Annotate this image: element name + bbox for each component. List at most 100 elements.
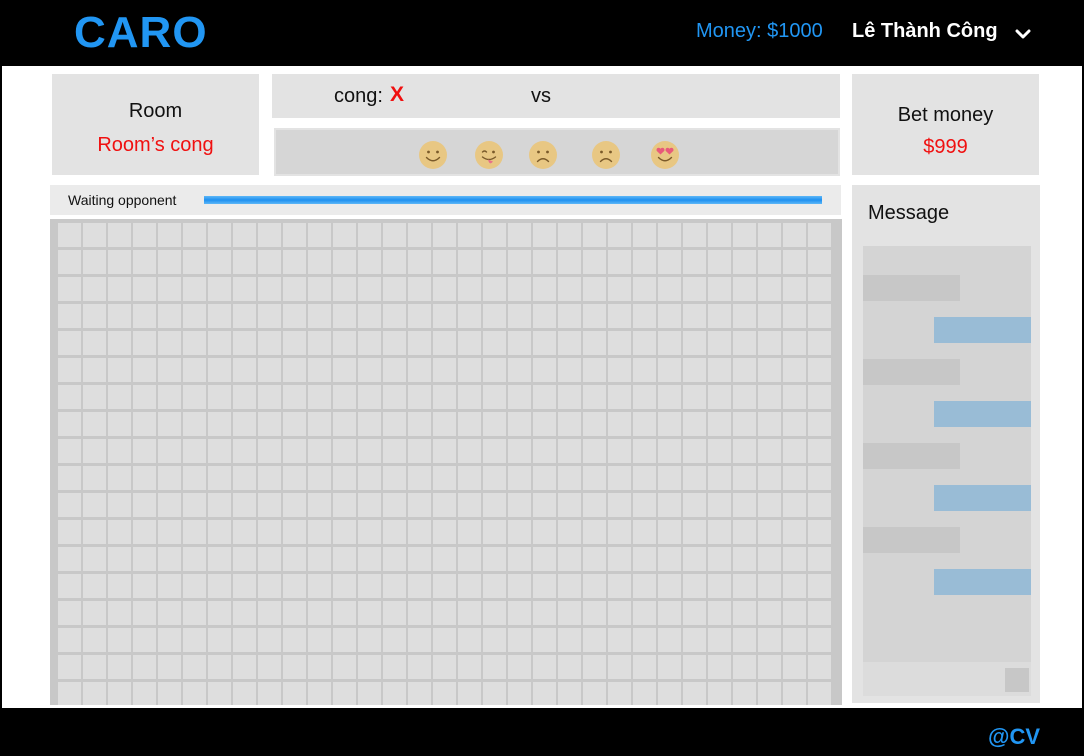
board-cell[interactable] (408, 601, 431, 625)
board-cell[interactable] (808, 466, 831, 490)
board-cell[interactable] (658, 250, 681, 274)
board-cell[interactable] (383, 574, 406, 598)
board-cell[interactable] (208, 304, 231, 328)
board-cell[interactable] (808, 358, 831, 382)
board-cell[interactable] (183, 628, 206, 652)
board-cell[interactable] (483, 520, 506, 544)
board-cell[interactable] (83, 493, 106, 517)
board-cell[interactable] (108, 223, 131, 247)
board-cell[interactable] (683, 520, 706, 544)
board-cell[interactable] (633, 358, 656, 382)
board-cell[interactable] (183, 574, 206, 598)
board-cell[interactable] (508, 250, 531, 274)
board-cell[interactable] (808, 547, 831, 571)
board-cell[interactable] (483, 628, 506, 652)
board-cell[interactable] (483, 439, 506, 463)
board-cell[interactable] (258, 682, 281, 705)
board-cell[interactable] (483, 547, 506, 571)
board-cell[interactable] (508, 493, 531, 517)
board-cell[interactable] (83, 520, 106, 544)
board-cell[interactable] (108, 304, 131, 328)
board-cell[interactable] (758, 682, 781, 705)
board-cell[interactable] (583, 655, 606, 679)
board-cell[interactable] (183, 655, 206, 679)
board-cell[interactable] (233, 304, 256, 328)
board-cell[interactable] (758, 628, 781, 652)
board-cell[interactable] (408, 358, 431, 382)
board-cell[interactable] (133, 628, 156, 652)
board-cell[interactable] (758, 601, 781, 625)
board-cell[interactable] (558, 277, 581, 301)
board-cell[interactable] (758, 223, 781, 247)
board-cell[interactable] (383, 628, 406, 652)
board-cell[interactable] (158, 385, 181, 409)
board-cell[interactable] (58, 412, 81, 436)
board-cell[interactable] (583, 520, 606, 544)
board-cell[interactable] (158, 331, 181, 355)
board-cell[interactable] (83, 655, 106, 679)
board-cell[interactable] (233, 412, 256, 436)
board-cell[interactable] (808, 682, 831, 705)
heart-eyes-emoji-icon[interactable] (650, 140, 680, 170)
board-cell[interactable] (283, 628, 306, 652)
board-cell[interactable] (308, 493, 331, 517)
board-cell[interactable] (283, 466, 306, 490)
board-cell[interactable] (333, 385, 356, 409)
board-cell[interactable] (258, 547, 281, 571)
board-cell[interactable] (633, 412, 656, 436)
board-cell[interactable] (783, 304, 806, 328)
board-cell[interactable] (733, 304, 756, 328)
board-cell[interactable] (508, 601, 531, 625)
board-cell[interactable] (183, 547, 206, 571)
board-cell[interactable] (533, 412, 556, 436)
board-cell[interactable] (233, 601, 256, 625)
board-cell[interactable] (708, 682, 731, 705)
board-cell[interactable] (158, 466, 181, 490)
board-cell[interactable] (433, 682, 456, 705)
board-cell[interactable] (683, 412, 706, 436)
board-cell[interactable] (358, 601, 381, 625)
board-cell[interactable] (458, 493, 481, 517)
board-cell[interactable] (633, 466, 656, 490)
board-cell[interactable] (508, 655, 531, 679)
board-cell[interactable] (808, 655, 831, 679)
board-cell[interactable] (533, 628, 556, 652)
board-cell[interactable] (658, 682, 681, 705)
board-cell[interactable] (308, 520, 331, 544)
board-cell[interactable] (83, 304, 106, 328)
board-cell[interactable] (308, 223, 331, 247)
board-cell[interactable] (658, 412, 681, 436)
board-cell[interactable] (608, 520, 631, 544)
board-cell[interactable] (733, 466, 756, 490)
board-cell[interactable] (308, 385, 331, 409)
board-cell[interactable] (358, 466, 381, 490)
board-cell[interactable] (608, 250, 631, 274)
board-cell[interactable] (733, 493, 756, 517)
board-cell[interactable] (58, 601, 81, 625)
board-cell[interactable] (658, 493, 681, 517)
board-cell[interactable] (183, 439, 206, 463)
board-cell[interactable] (158, 520, 181, 544)
board-cell[interactable] (533, 574, 556, 598)
board-cell[interactable] (458, 601, 481, 625)
board-cell[interactable] (258, 493, 281, 517)
board-cell[interactable] (583, 466, 606, 490)
board-cell[interactable] (108, 250, 131, 274)
board-cell[interactable] (458, 655, 481, 679)
board-cell[interactable] (783, 223, 806, 247)
board-cell[interactable] (183, 682, 206, 705)
board-cell[interactable] (383, 304, 406, 328)
board-cell[interactable] (658, 574, 681, 598)
board-cell[interactable] (283, 385, 306, 409)
board-cell[interactable] (508, 223, 531, 247)
board-cell[interactable] (508, 304, 531, 328)
board-cell[interactable] (258, 412, 281, 436)
board-cell[interactable] (383, 520, 406, 544)
board-cell[interactable] (583, 358, 606, 382)
board-cell[interactable] (608, 601, 631, 625)
board-cell[interactable] (608, 466, 631, 490)
board-cell[interactable] (508, 547, 531, 571)
board-cell[interactable] (708, 655, 731, 679)
board-cell[interactable] (408, 493, 431, 517)
board-cell[interactable] (683, 574, 706, 598)
